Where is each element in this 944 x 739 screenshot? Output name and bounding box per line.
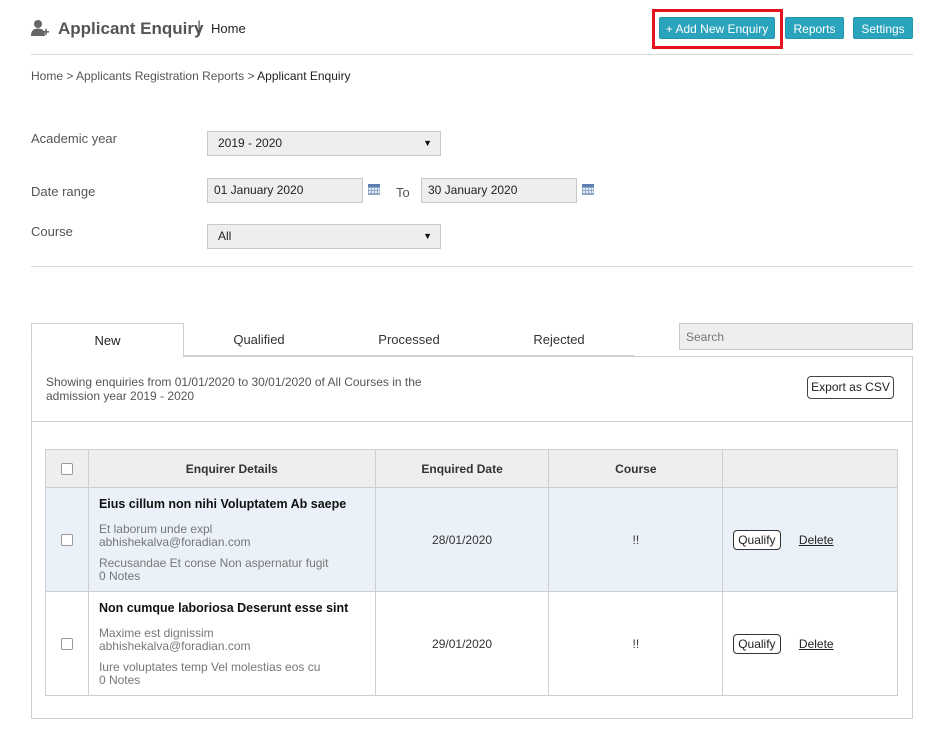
qualify-button[interactable]: Qualify (733, 529, 781, 550)
select-all-cell (45, 449, 89, 488)
enquirer-notes-text: Iure voluptates temp Vel molestias eos c… (98, 659, 321, 674)
breadcrumb-current: Applicant Enquiry (257, 69, 351, 83)
date-to-input[interactable]: 30 January 2020 (421, 178, 577, 203)
academic-year-select[interactable]: 2019 - 2020 ▼ (207, 131, 441, 156)
tab-qualified[interactable]: Qualified (184, 323, 334, 356)
delete-link[interactable]: Delete (799, 533, 834, 547)
home-link[interactable]: Home (211, 21, 246, 36)
checkbox-cell (45, 487, 89, 592)
search-input[interactable] (679, 323, 913, 350)
breadcrumb-reports[interactable]: Applicants Registration Reports (76, 69, 244, 83)
tab-processed[interactable]: Processed (334, 323, 484, 356)
actions-cell: Qualify Delete (722, 487, 898, 592)
select-all-checkbox[interactable] (60, 462, 73, 475)
enquirer-details-cell: Eius cillum non nihi Voluptatem Ab saepe… (87, 487, 376, 592)
breadcrumb-separator: > (247, 69, 255, 83)
title-separator: | (197, 19, 202, 36)
enquired-date: 28/01/2020 (374, 487, 550, 592)
breadcrumb-home[interactable]: Home (31, 69, 63, 83)
course-cell: !! (548, 591, 724, 696)
course-select[interactable]: All ▼ (207, 224, 441, 249)
tab-rejected[interactable]: Rejected (484, 323, 634, 356)
qualify-button[interactable]: Qualify (733, 633, 781, 654)
checkbox-cell (45, 591, 89, 696)
actions-cell: Qualify Delete (722, 591, 898, 696)
table-header-row: Enquirer Details Enquired Date Course (45, 449, 898, 488)
enquirer-email: abhishekalva@foradian.com (98, 638, 251, 653)
caret-down-icon: ▼ (423, 138, 432, 148)
export-csv-button[interactable]: Export as CSV (807, 376, 894, 399)
column-header (722, 449, 898, 488)
table-row: Non cumque laboriosa Deserunt esse sint … (45, 591, 898, 696)
table-row: Eius cillum non nihi Voluptatem Ab saepe… (45, 487, 898, 592)
enquired-date: 29/01/2020 (374, 591, 550, 696)
breadcrumb-separator: > (66, 69, 74, 83)
enquirer-info: Et laborum unde expl (98, 521, 213, 536)
academic-year-value: 2019 - 2020 (218, 136, 283, 150)
user-add-icon (31, 20, 49, 36)
notes-count: 0 Notes (98, 672, 141, 687)
filters-divider (31, 266, 913, 267)
calendar-icon[interactable] (582, 184, 594, 195)
enquirer-info: Maxime est dignissim (98, 625, 214, 640)
calendar-icon[interactable] (368, 184, 380, 195)
date-range-label: Date range (31, 184, 96, 199)
row-checkbox[interactable] (60, 533, 73, 546)
tabs-underline (184, 355, 634, 356)
date-to-label: To (396, 185, 410, 200)
enquiries-table: Enquirer Details Enquired Date Course Ei… (45, 449, 898, 696)
date-from-input[interactable]: 01 January 2020 (207, 178, 363, 203)
breadcrumb: Home > Applicants Registration Reports >… (31, 69, 351, 83)
tab-new[interactable]: New (31, 323, 184, 358)
caret-down-icon: ▼ (423, 231, 432, 241)
column-header: Enquirer Details (87, 449, 376, 488)
enquirer-email: abhishekalva@foradian.com (98, 534, 251, 549)
page-title: Applicant Enquiry (58, 19, 204, 38)
delete-link[interactable]: Delete (799, 637, 834, 651)
course-value: All (218, 229, 232, 243)
settings-button[interactable]: Settings (853, 17, 913, 39)
row-checkbox[interactable] (60, 637, 73, 650)
enquirer-name[interactable]: Non cumque laboriosa Deserunt esse sint (99, 601, 374, 615)
enquirer-details-cell: Non cumque laboriosa Deserunt esse sint … (87, 591, 376, 696)
enquirer-name[interactable]: Eius cillum non nihi Voluptatem Ab saepe (99, 497, 374, 511)
course-label: Course (31, 224, 73, 239)
enquirer-notes-text: Recusandae Et conse Non aspernatur fugit (98, 555, 329, 570)
column-header: Course (548, 449, 724, 488)
add-new-enquiry-button[interactable]: + Add New Enquiry (659, 17, 775, 39)
reports-button[interactable]: Reports (785, 17, 844, 39)
course-cell: !! (548, 487, 724, 592)
summary-divider (32, 421, 912, 422)
summary-text: Showing enquiries from 01/01/2020 to 30/… (46, 375, 422, 403)
notes-count: 0 Notes (98, 568, 141, 583)
header-divider (31, 54, 913, 55)
column-header: Enquired Date (374, 449, 550, 488)
academic-year-label: Academic year (31, 131, 117, 146)
